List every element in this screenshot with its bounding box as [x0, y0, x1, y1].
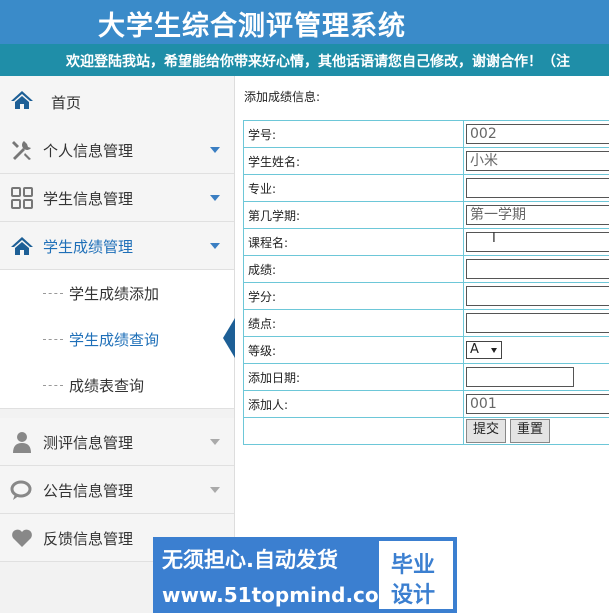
- score-form: 学号: 002 学生姓名: 小米 专业: 第几学期: 第一学期 课程名: 成绩:…: [243, 120, 609, 445]
- chevron-down-icon: [210, 147, 220, 153]
- submenu-item-query-score[interactable]: 学生成绩查询: [0, 316, 234, 362]
- grid-icon: [11, 187, 33, 209]
- sidebar-item-label: 学生信息管理: [43, 190, 134, 208]
- field-label: 第几学期:: [243, 201, 464, 229]
- sidebar-item-evaluation[interactable]: 测评信息管理: [0, 418, 234, 466]
- score-input[interactable]: [466, 259, 609, 279]
- chevron-down-icon: [210, 243, 220, 249]
- submenu-item-label: 成绩表查询: [69, 377, 145, 395]
- submenu-item-score-table[interactable]: 成绩表查询: [0, 362, 234, 409]
- form-row-major: 专业:: [243, 174, 609, 202]
- gpa-input[interactable]: [466, 313, 609, 333]
- watermark-line1: 无须担心.自动发货: [162, 548, 338, 572]
- home-icon: [11, 237, 33, 255]
- form-row-adder: 添加人: 001: [243, 390, 609, 418]
- submenu-item-label: 学生成绩添加: [69, 285, 160, 303]
- watermark-badge: 毕业 设计: [379, 541, 453, 609]
- welcome-marquee: 欢迎登陆我站，希望能给你带来好心情，其他话语请您自己修改，谢谢合作！（注: [0, 44, 609, 76]
- form-row-student-id: 学号: 002: [243, 120, 609, 148]
- user-icon: [13, 432, 31, 453]
- form-row-grade: 等级: A: [243, 336, 609, 364]
- submenu-item-label: 学生成绩查询: [69, 331, 160, 349]
- reset-button[interactable]: 重置: [510, 419, 551, 443]
- chevron-down-icon: [210, 487, 220, 493]
- sidebar-item-label: 反馈信息管理: [43, 530, 134, 548]
- submenu-item-add-score[interactable]: 学生成绩添加: [0, 270, 234, 316]
- marquee-text: 欢迎登陆我站，希望能给你带来好心情，其他话语请您自己修改，谢谢合作！（注: [66, 54, 570, 70]
- field-label: 学生姓名:: [243, 147, 464, 175]
- field-label: 等级:: [243, 336, 464, 364]
- semester-input[interactable]: 第一学期: [466, 205, 609, 225]
- major-input[interactable]: [466, 178, 609, 198]
- submit-button[interactable]: 提交: [466, 419, 507, 443]
- text-cursor-icon: I: [492, 231, 496, 246]
- chat-icon: [10, 480, 32, 500]
- app-header: 大学生综合测评管理系统: [0, 0, 609, 44]
- sidebar-item-label: 学生成绩管理: [43, 238, 134, 256]
- field-label: 成绩:: [243, 255, 464, 283]
- field-label: 学号:: [243, 120, 464, 148]
- form-row-semester: 第几学期: 第一学期: [243, 201, 609, 229]
- sidebar-item-personal[interactable]: 个人信息管理: [0, 126, 234, 174]
- form-row-student-name: 学生姓名: 小米: [243, 147, 609, 175]
- app-title: 大学生综合测评管理系统: [98, 11, 406, 42]
- sidebar-item-notice[interactable]: 公告信息管理: [0, 466, 234, 514]
- badge-text-2: 设计: [391, 583, 436, 608]
- field-label: 添加人:: [243, 390, 464, 418]
- course-input[interactable]: [466, 232, 609, 252]
- field-label: 课程名:: [243, 228, 464, 256]
- form-row-gpa: 绩点:: [243, 309, 609, 337]
- watermark-banner: 无须担心.自动发货 www.51topmind.com 毕业 设计: [153, 537, 457, 613]
- date-input[interactable]: [466, 367, 574, 387]
- tools-icon: [12, 141, 31, 160]
- student-id-input[interactable]: 002: [466, 124, 609, 144]
- badge-text-1: 毕业: [391, 553, 436, 578]
- form-row-actions: 提交 重置: [243, 417, 609, 445]
- active-pointer-icon: [223, 318, 235, 358]
- grade-value: A: [470, 342, 479, 357]
- form-row-score: 成绩:: [243, 255, 609, 283]
- field-label: 添加日期:: [243, 363, 464, 391]
- form-caption: 添加成绩信息:: [244, 90, 321, 104]
- field-label: 绩点:: [243, 309, 464, 337]
- dropdown-arrow-icon: [491, 348, 497, 353]
- sidebar-item-home[interactable]: 首页: [0, 76, 234, 127]
- grade-select[interactable]: A: [466, 341, 502, 359]
- sidebar-item-student-info[interactable]: 学生信息管理: [0, 174, 234, 222]
- sidebar-item-label: 首页: [51, 94, 82, 112]
- field-label: 专业:: [243, 174, 464, 202]
- sidebar-item-label: 个人信息管理: [43, 142, 134, 160]
- home-icon: [11, 91, 33, 109]
- form-row-date: 添加日期:: [243, 363, 609, 391]
- student-name-input[interactable]: 小米: [466, 151, 609, 171]
- sidebar-item-label: 公告信息管理: [43, 482, 134, 500]
- form-row-course: 课程名:: [243, 228, 609, 256]
- heart-icon: [12, 529, 32, 547]
- chevron-down-icon: [210, 195, 220, 201]
- sidebar-item-label: 测评信息管理: [43, 434, 134, 452]
- credit-input[interactable]: [466, 286, 609, 306]
- adder-input[interactable]: 001: [466, 394, 609, 414]
- field-label: 学分:: [243, 282, 464, 310]
- sidebar-item-scores[interactable]: 学生成绩管理: [0, 222, 234, 270]
- form-row-credit: 学分:: [243, 282, 609, 310]
- watermark-url: www.51topmind.com: [162, 583, 400, 607]
- chevron-down-icon: [210, 439, 220, 445]
